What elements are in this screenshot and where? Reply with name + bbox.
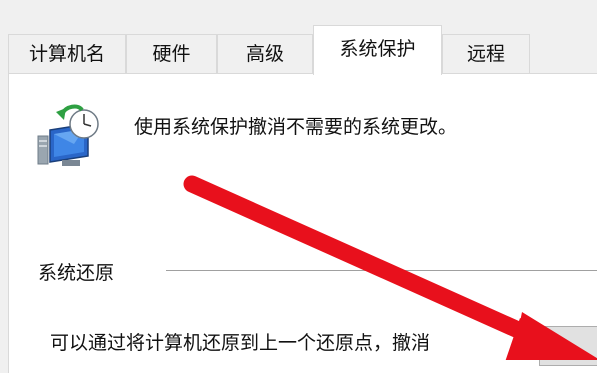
system-restore-description: 可以通过将计算机还原到上一个还原点，撤消 (50, 332, 431, 354)
tab-hardware[interactable]: 硬件 (126, 34, 217, 74)
group-divider (166, 270, 597, 271)
system-protection-icon (37, 104, 99, 166)
tab-computer-name[interactable]: 计算机名 (8, 34, 126, 74)
header-description: 使用系统保护撤消不需要的系统更改。 (134, 116, 458, 138)
tab-remote[interactable]: 远程 (442, 34, 530, 74)
tab-bar: 计算机名 硬件 高级 系统保护 远程 (0, 0, 597, 75)
tab-system-protection[interactable]: 系统保护 (313, 25, 442, 75)
tab-advanced[interactable]: 高级 (217, 34, 313, 74)
system-restore-group-label: 系统还原 (38, 258, 121, 285)
system-restore-button[interactable] (539, 326, 597, 366)
